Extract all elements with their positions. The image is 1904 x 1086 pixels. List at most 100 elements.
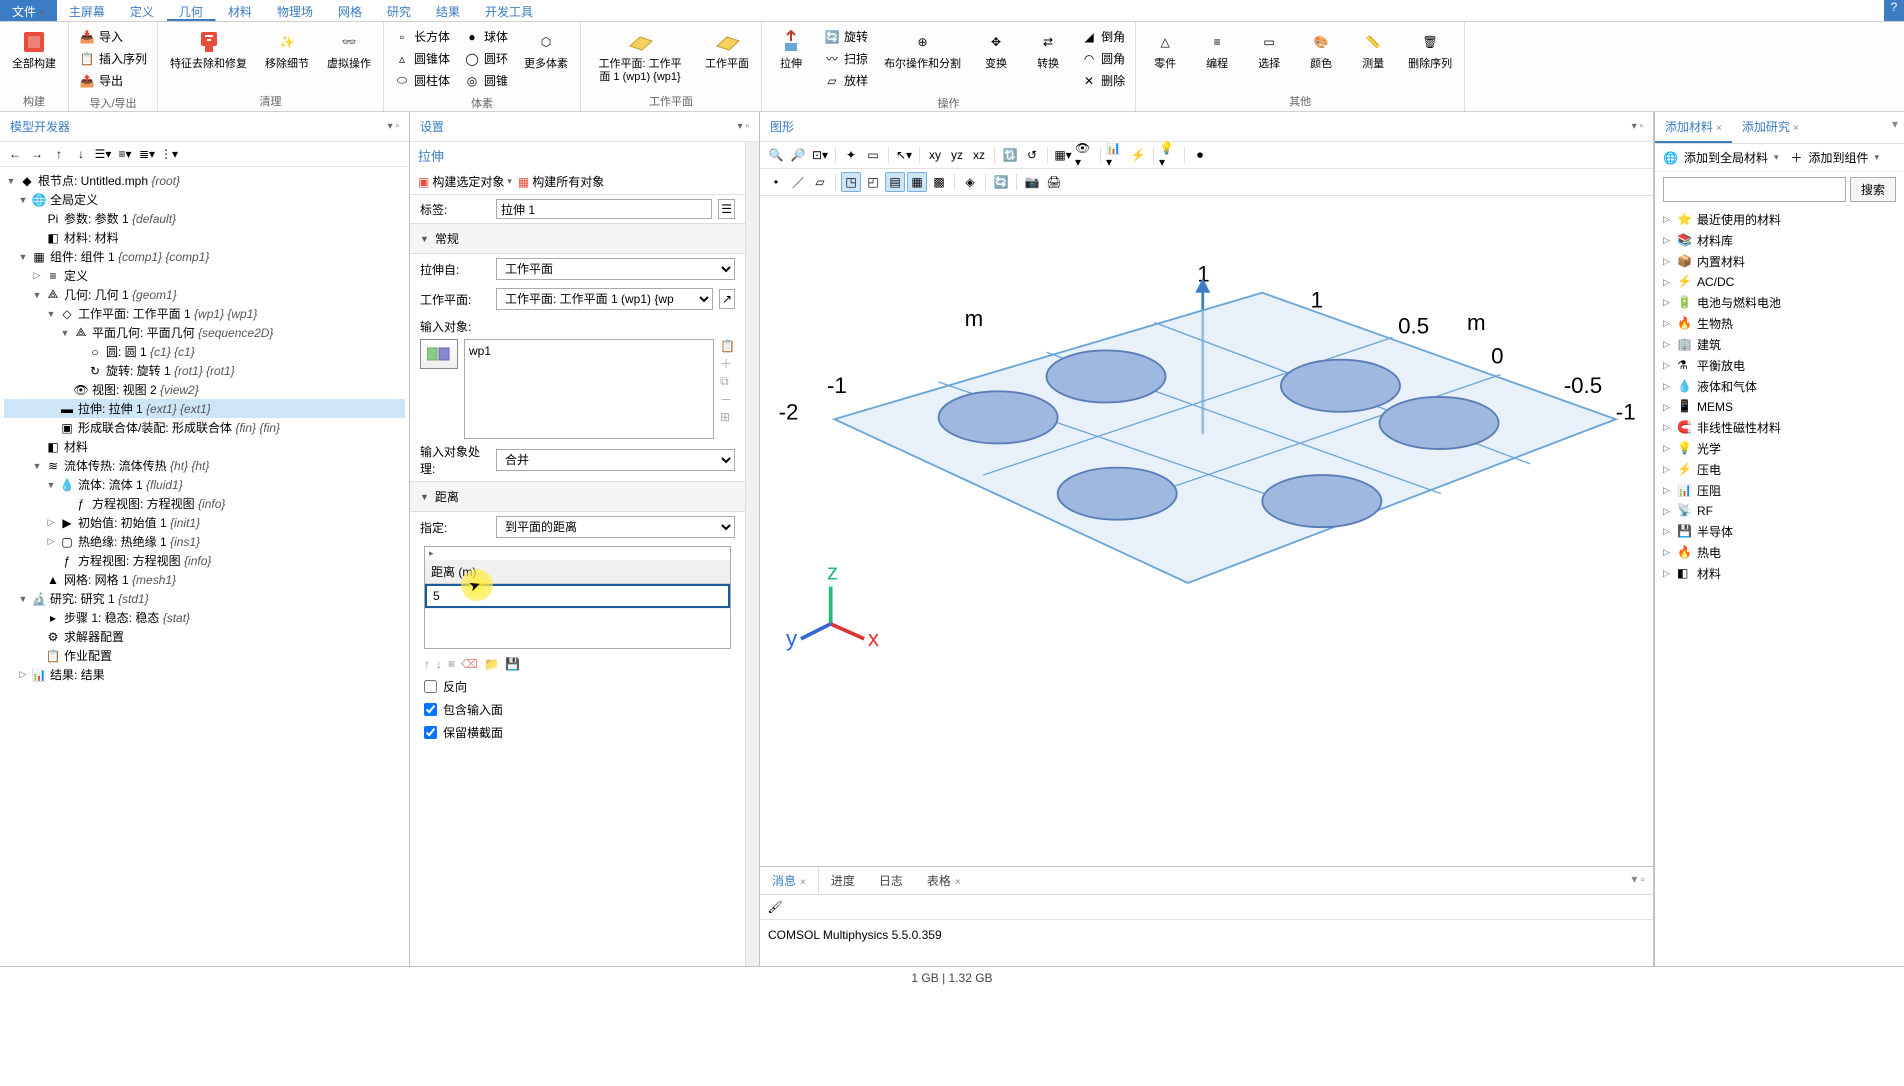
menu-file[interactable]: 文件 ▾ [0,0,57,21]
material-node[interactable]: ▷📡RF [1661,501,1898,521]
pnt-icon[interactable]: ▩ [929,172,949,192]
tree-node[interactable]: ▲网格: 网格 1 {mesh1} [4,570,405,589]
tree-node[interactable]: ▼◇工作平面: 工作平面 1 {wp1} {wp1} [4,304,405,323]
convert-button[interactable]: ⇄转换 [1023,24,1073,75]
scene-icon[interactable]: 📊▾ [1106,145,1126,165]
tree-node[interactable]: 📋作业配置 [4,646,405,665]
tree-node[interactable]: ◧材料: 材料 [4,228,405,247]
label-input[interactable] [496,199,712,219]
loft-button[interactable]: ▱放样 [820,70,872,91]
model-tree[interactable]: ▼◆根节点: Untitled.mph {root}▼🌐全局定义Pi参数: 参数… [0,167,409,966]
include-checkbox[interactable] [424,703,437,716]
tab-table[interactable]: 表格× [915,867,973,894]
tree-node[interactable]: ▷📊结果: 结果 [4,665,405,684]
reverse-checkbox[interactable] [424,680,437,693]
material-node[interactable]: ▷🔥热电 [1661,542,1898,563]
virtual-op-button[interactable]: 👓虚拟操作 [319,24,379,75]
expand-icon[interactable]: ≣▾ [138,145,156,163]
yz-icon[interactable]: yz [947,145,967,165]
material-node[interactable]: ▷⚗平衡放电 [1661,355,1898,376]
section-distance[interactable]: ▼距离 [410,481,745,512]
nav-down-icon[interactable]: ↓ [72,145,90,163]
measure-button[interactable]: 📏测量 [1348,24,1398,75]
tree-node[interactable]: ▣形成联合体/装配: 形成联合体 {fin} {fin} [4,418,405,437]
menu-mat[interactable]: 材料 [216,0,265,21]
search-input[interactable] [1663,177,1846,202]
cone-button[interactable]: ▵圆锥体 [390,48,454,69]
tree-node[interactable]: ▼⟁几何: 几何 1 {geom1} [4,285,405,304]
cam-icon[interactable]: 📷 [1022,172,1042,192]
tab-add-material[interactable]: 添加材料× [1655,112,1732,143]
material-node[interactable]: ▷🏢建筑 [1661,334,1898,355]
brush-icon[interactable]: 🖌 [766,898,784,916]
material-node[interactable]: ▷⭐最近使用的材料 [1661,209,1898,230]
export-button[interactable]: 📤导出 [75,70,151,91]
wp-current-button[interactable]: 工作平面: 工作平面 1 (wp1) {wp1} [585,24,695,88]
zoom-box-icon[interactable]: ▭ [863,145,883,165]
flash-icon[interactable]: ⚡ [1128,145,1148,165]
print-icon[interactable]: 🖨 [1044,172,1064,192]
tree-node[interactable]: ▼≋流体传热: 流体传热 {ht} {ht} [4,456,405,475]
tab-log[interactable]: 日志 [867,867,915,894]
tree-node[interactable]: ○圆: 圆 1 {c1} {c1} [4,342,405,361]
build-all-button[interactable]: ▦ 构建所有对象 [518,173,604,190]
torus-button[interactable]: ◯圆环 [460,48,512,69]
add-icon[interactable]: ＋ [720,355,735,372]
scrollbar[interactable] [745,142,759,966]
input-listbox[interactable]: wp1 [464,339,714,439]
dom-icon[interactable]: ◰ [863,172,883,192]
extrude-from-select[interactable]: 工作平面 [496,258,735,280]
tree-node[interactable]: ▼◆根节点: Untitled.mph {root} [4,171,405,190]
xy-icon[interactable]: xy [925,145,945,165]
graphics-canvas[interactable]: m m 1 1 0.5 0 -0.5 -1 -1 -2 [760,196,1653,866]
select-button[interactable]: ▭选择 [1244,24,1294,75]
view-icon[interactable]: ↖▾ [894,145,914,165]
trans-icon[interactable]: ◈ [960,172,980,192]
sweep-button[interactable]: 〰扫掠 [820,48,872,69]
menu-dev[interactable]: 开发工具 [473,0,546,21]
tree-node[interactable]: ▸步骤 1: 稳态: 稳态 {stat} [4,608,405,627]
build-all-button[interactable]: 全部构建 [4,24,64,75]
defeature-button[interactable]: 特征去除和修复 [162,24,255,75]
more-prim-button[interactable]: ⬡更多体素 [516,24,576,75]
add-global-button[interactable]: 添加到全局材料 [1684,149,1768,166]
tree-node[interactable]: ▼⟁平面几何: 平面几何 {sequence2D} [4,323,405,342]
activate-selection-button[interactable] [420,339,458,369]
more-icon[interactable]: ⋮▾ [160,145,178,163]
menu-study[interactable]: 研究 [375,0,424,21]
tree-node[interactable]: ▼🔬研究: 研究 1 {std1} [4,589,405,608]
refresh-icon[interactable]: 🔄 [991,172,1011,192]
keep-checkbox[interactable] [424,726,437,739]
zoom-out-icon[interactable]: 🔎 [788,145,808,165]
face-icon[interactable]: ▱ [810,172,830,192]
paste-icon[interactable]: 📋 [720,339,735,353]
bnd-icon[interactable]: ▤ [885,172,905,192]
menu-def[interactable]: 定义 [118,0,167,21]
link-icon[interactable]: ☰ [718,199,735,219]
collapse-icon[interactable]: ≡▾ [116,145,134,163]
tree-node[interactable]: ◧材料 [4,437,405,456]
material-node[interactable]: ▷📦内置材料 [1661,251,1898,272]
add-comp-button[interactable]: 添加到组件 [1809,149,1869,166]
folder-icon[interactable]: 📁 [484,657,499,671]
move-up-icon[interactable]: ↑ [424,657,430,671]
tab-progress[interactable]: 进度 [819,867,867,894]
tree-node[interactable]: ▼▦组件: 组件 1 {comp1} {comp1} [4,247,405,266]
material-node[interactable]: ▷🔥生物热 [1661,313,1898,334]
tree-node[interactable]: ▬拉伸: 拉伸 1 {ext1} {ext1} [4,399,405,418]
delete-button[interactable]: ✕删除 [1077,70,1129,91]
chamfer-button[interactable]: ◢倒角 [1077,26,1129,47]
material-node[interactable]: ▷🧲非线性磁性材料 [1661,417,1898,438]
xz-icon[interactable]: xz [969,145,989,165]
search-button[interactable]: 搜索 [1850,177,1896,202]
bulb-icon[interactable]: 💡▾ [1159,145,1179,165]
move-down-icon[interactable]: ↓ [436,657,442,671]
del-seq-button[interactable]: 🗑删除序列 [1400,24,1460,75]
toggle-icon[interactable]: ⊞ [720,410,735,424]
section-general[interactable]: ▼常规 [410,223,745,254]
tree-node[interactable]: ƒ方程视图: 方程视图 {info} [4,494,405,513]
tab-messages[interactable]: 消息× [760,867,819,894]
zoom-in-icon[interactable]: 🔍 [766,145,786,165]
tree-node[interactable]: ƒ方程视图: 方程视图 {info} [4,551,405,570]
rec-icon[interactable]: ⏺ [1190,145,1210,165]
